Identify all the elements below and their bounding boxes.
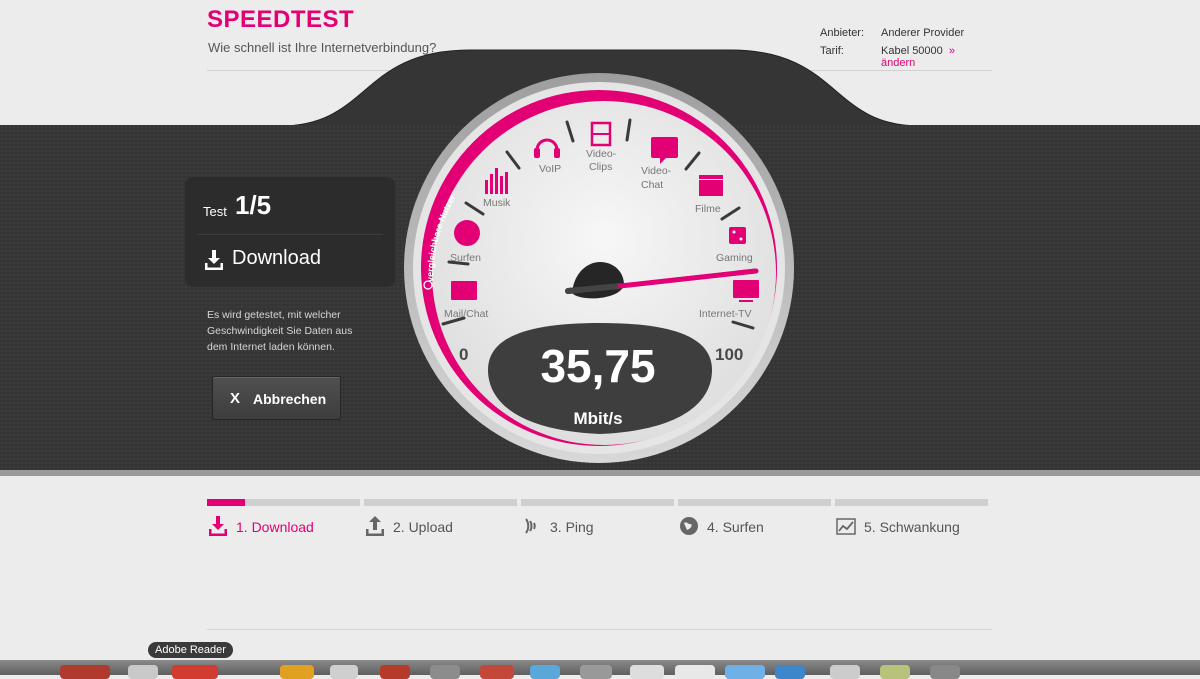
- scale-min: 0: [459, 345, 468, 364]
- step-label: 5. Schwankung: [864, 519, 960, 535]
- footer-divider: [207, 629, 992, 630]
- step-upload: 2. Upload: [364, 499, 517, 539]
- step-progress-track: [678, 499, 831, 506]
- dock-app-icon[interactable]: [128, 665, 158, 679]
- cancel-x-icon: X: [230, 390, 241, 407]
- cancel-button[interactable]: X Abbrechen: [212, 376, 341, 420]
- cancel-label: Abbrechen: [253, 391, 327, 407]
- step-label: 4. Surfen: [707, 519, 764, 535]
- label-video-chat-1: Video-: [641, 165, 672, 177]
- download-icon: [209, 516, 227, 536]
- step-label: 2. Upload: [393, 519, 453, 535]
- test-description: Es wird getestet, mit welcher Geschwindi…: [207, 309, 353, 353]
- step-progress-fill: [207, 499, 246, 506]
- label-filme: Filme: [695, 203, 721, 215]
- step-label: 1. Download: [236, 519, 314, 535]
- dock-app-icon[interactable]: [725, 665, 765, 679]
- dock-app-icon[interactable]: [480, 665, 514, 679]
- scale-max: 100: [715, 345, 743, 364]
- speed-value: 35,75: [540, 340, 655, 392]
- mail-icon: [451, 281, 477, 300]
- dock-app-icon[interactable]: [330, 665, 358, 679]
- label-surfen: Surfen: [450, 252, 481, 264]
- ping-waves-icon: [525, 518, 536, 534]
- label-video-chat-2: Chat: [641, 179, 663, 191]
- provider-label: Anbieter:: [820, 27, 865, 39]
- dock-app-icon[interactable]: [830, 665, 860, 679]
- dock-app-icon[interactable]: [580, 665, 612, 679]
- label-video-clips-1: Video-: [586, 148, 617, 160]
- globe-icon: [454, 220, 480, 246]
- test-label: Test: [203, 204, 227, 219]
- line-chart-icon: [836, 518, 856, 535]
- test-info-box: Test 1/5 Download: [185, 177, 395, 287]
- label-voip: VoIP: [539, 163, 561, 175]
- step-progress-track: [364, 499, 517, 506]
- dice-icon: [729, 227, 746, 244]
- dock-tooltip: Adobe Reader: [148, 642, 233, 658]
- test-number: 1/5: [235, 190, 272, 220]
- provider-value: Anderer Provider: [881, 27, 965, 39]
- dock-app-icon[interactable]: [675, 665, 715, 679]
- dock-app-icon[interactable]: [280, 665, 314, 679]
- adobe-reader-dock-icon[interactable]: [172, 665, 218, 679]
- clapperboard-icon: [699, 175, 723, 196]
- globe-icon: [680, 517, 698, 535]
- dock-app-icon[interactable]: [530, 665, 560, 679]
- label-video-clips-2: Clips: [589, 161, 612, 173]
- label-musik: Musik: [483, 197, 511, 209]
- step-progress-track: [521, 499, 674, 506]
- dock-app-icon[interactable]: [930, 665, 960, 679]
- label-mail-chat: Mail/Chat: [444, 308, 488, 320]
- label-internet-tv: Internet-TV: [699, 308, 752, 320]
- brand-title: SPEEDTEST: [207, 6, 355, 33]
- speed-gauge: vergleichbare Nutzer Mail/Chat Surfen Mu…: [404, 73, 794, 463]
- download-icon: [205, 250, 223, 270]
- step-download: 1. Download: [207, 499, 360, 539]
- speed-unit: Mbit/s: [573, 409, 622, 428]
- step-surfen: 4. Surfen: [678, 499, 831, 539]
- dock-app-icon[interactable]: [775, 665, 805, 679]
- step-progress-track: [207, 499, 360, 506]
- step-schwankung: 5. Schwankung: [835, 499, 988, 539]
- label-gaming: Gaming: [716, 252, 753, 264]
- dock-app-icon[interactable]: [380, 665, 410, 679]
- divider: [197, 234, 383, 235]
- step-progress-track: [835, 499, 988, 506]
- step-ping: 3. Ping: [521, 499, 674, 539]
- dock-app-icon[interactable]: [430, 665, 460, 679]
- dock-app-icon[interactable]: [630, 665, 664, 679]
- dock-app-icon[interactable]: [60, 665, 110, 679]
- upload-icon: [366, 516, 384, 536]
- current-step-label: Download: [232, 247, 321, 269]
- step-label: 3. Ping: [550, 519, 594, 535]
- dock-app-icon[interactable]: [880, 665, 910, 679]
